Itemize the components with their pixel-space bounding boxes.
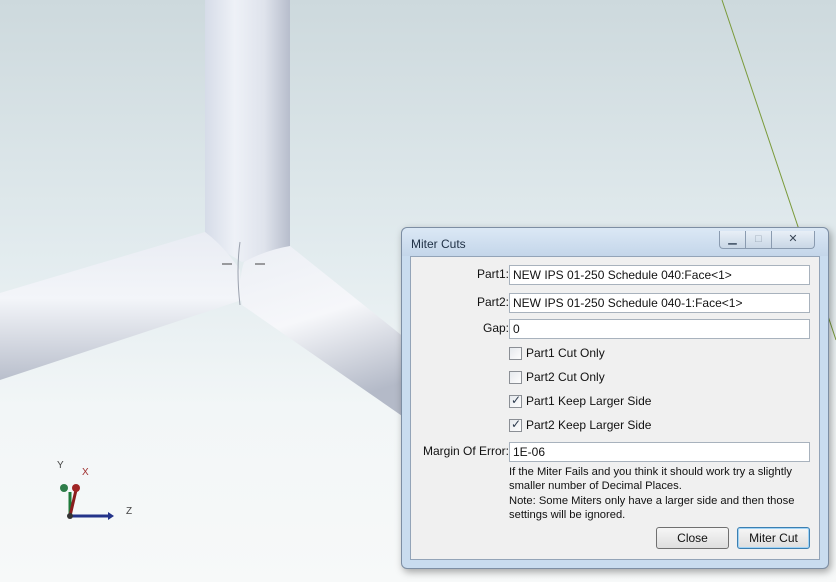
part2-field[interactable]: NEW IPS 01-250 Schedule 040-1:Face<1> [509, 293, 810, 313]
close-button[interactable]: Close [656, 527, 729, 549]
miter-cuts-dialog: Miter Cuts ▁ □ ✕ Part1: NEW IPS 01-250 S… [401, 227, 829, 569]
axis-triad: Y X Z [48, 458, 148, 530]
axis-z-label: Z [126, 506, 133, 517]
part2-label: Part2: [476, 295, 509, 309]
larger-side-note: Note: Some Miters only have a larger sid… [509, 495, 795, 521]
miter-cut-button[interactable]: Miter Cut [737, 527, 810, 549]
part1-keep-larger-label: Part1 Keep Larger Side [526, 394, 652, 408]
gap-field[interactable]: 0 [509, 319, 810, 339]
checkbox-box[interactable]: ✓ [509, 417, 522, 432]
minimize-button[interactable]: ▁ [719, 231, 746, 249]
checkbox-box[interactable]: ✓ [509, 393, 522, 408]
dialog-title: Miter Cuts [411, 237, 466, 251]
part1-label: Part1: [476, 267, 509, 281]
part2-cut-only-label: Part2 Cut Only [526, 370, 605, 384]
part2-keep-larger-label: Part2 Keep Larger Side [526, 418, 652, 432]
checkmark-icon: ✓ [511, 393, 522, 407]
axis-y-label: Y [57, 460, 64, 471]
axis-x-label: X [82, 467, 89, 478]
maximize-button[interactable]: □ [745, 231, 772, 249]
right-pipe [240, 246, 405, 418]
miter-fail-hint: If the Miter Fails and you think it shou… [509, 466, 792, 492]
maximize-icon: □ [755, 233, 762, 245]
checkbox-box[interactable] [509, 347, 522, 360]
dialog-titlebar[interactable]: Miter Cuts ▁ □ ✕ [402, 228, 828, 256]
close-icon: ✕ [788, 233, 798, 245]
part1-field[interactable]: NEW IPS 01-250 Schedule 040:Face<1> [509, 265, 810, 285]
margin-of-error-label: Margin Of Error: [422, 444, 509, 458]
left-pipe [0, 232, 242, 380]
margin-of-error-field[interactable]: 1E-06 [509, 442, 810, 462]
vertical-pipe [205, 0, 290, 262]
dialog-body: Part1: NEW IPS 01-250 Schedule 040:Face<… [410, 256, 820, 560]
part1-cut-only-label: Part1 Cut Only [526, 346, 605, 360]
checkbox-box[interactable] [509, 371, 522, 384]
gap-label: Gap: [482, 321, 509, 335]
close-window-button[interactable]: ✕ [771, 231, 815, 249]
minimize-icon: ▁ [728, 233, 737, 245]
checkmark-icon: ✓ [511, 417, 522, 431]
